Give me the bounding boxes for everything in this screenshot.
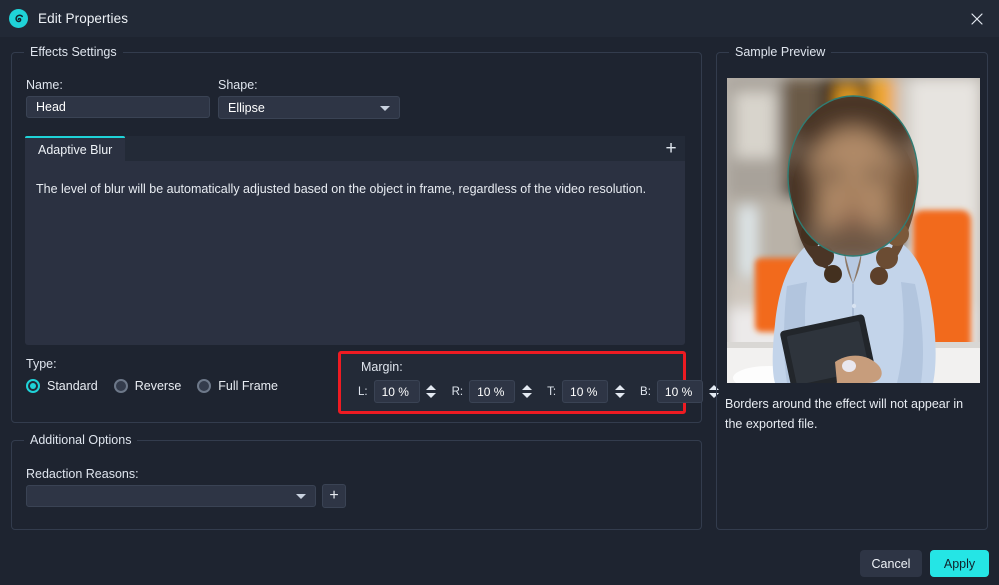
margin-right-spinbox[interactable]: 10 % [469, 380, 535, 403]
chevron-down-icon [296, 494, 306, 499]
sample-preview-legend: Sample Preview [729, 45, 831, 59]
spiral-logo-icon [9, 9, 28, 28]
apply-button[interactable]: Apply [930, 550, 989, 577]
edit-properties-dialog: Edit Properties Effects Settings Name: S… [0, 0, 999, 585]
margin-top-field: T: 10 % [547, 380, 628, 403]
margin-highlight-box: Margin: L: 10 % R: 10 % [338, 351, 686, 414]
radio-dot-icon [26, 379, 40, 393]
name-label: Name: [26, 78, 63, 92]
arrow-up-icon[interactable] [426, 385, 436, 390]
margin-legend: Margin: [361, 360, 403, 374]
type-label: Type: [26, 357, 57, 371]
margin-top-value[interactable]: 10 % [562, 380, 608, 403]
margin-right-field: R: 10 % [452, 380, 536, 403]
sample-preview-image [727, 78, 980, 383]
effect-description: The level of blur will be automatically … [36, 181, 674, 199]
margin-bottom-value[interactable]: 10 % [657, 380, 703, 403]
margin-right-label: R: [452, 386, 464, 398]
preview-note: Borders around the effect will not appea… [725, 394, 977, 435]
arrow-down-icon[interactable] [426, 393, 436, 398]
margin-bottom-field: B: 10 % [640, 380, 723, 403]
redaction-reasons-label: Redaction Reasons: [26, 467, 139, 481]
margin-left-field: L: 10 % [358, 380, 440, 403]
margin-bottom-label: B: [640, 386, 651, 398]
margin-top-label: T: [547, 386, 556, 398]
radio-reverse[interactable]: Reverse [114, 379, 182, 393]
margin-right-stepper[interactable] [518, 380, 535, 403]
effects-settings-legend: Effects Settings [24, 45, 123, 59]
radio-dot-icon [197, 379, 211, 393]
margin-left-label: L: [358, 386, 368, 398]
margin-left-spinbox[interactable]: 10 % [374, 380, 440, 403]
additional-options-legend: Additional Options [24, 433, 137, 447]
radio-standard[interactable]: Standard [26, 379, 98, 393]
margin-top-spinbox[interactable]: 10 % [562, 380, 628, 403]
cancel-button[interactable]: Cancel [860, 550, 922, 577]
tab-adaptive-blur[interactable]: Adaptive Blur [25, 136, 125, 162]
chevron-down-icon [380, 106, 390, 111]
add-effect-tab-button[interactable]: + [657, 134, 685, 162]
margin-bottom-spinbox[interactable]: 10 % [657, 380, 723, 403]
margin-right-value[interactable]: 10 % [469, 380, 515, 403]
tab-label: Adaptive Blur [38, 143, 112, 157]
radio-full-frame-label: Full Frame [218, 379, 278, 393]
margin-fields-row: L: 10 % R: 10 % [358, 380, 723, 403]
add-redaction-reason-button[interactable]: + [322, 484, 346, 508]
margin-top-stepper[interactable] [611, 380, 628, 403]
type-radio-group: Standard Reverse Full Frame [26, 379, 278, 393]
tab-content-panel: The level of blur will be automatically … [25, 162, 685, 345]
radio-full-frame[interactable]: Full Frame [197, 379, 278, 393]
close-icon[interactable] [955, 0, 999, 37]
redaction-reasons-select[interactable] [26, 485, 316, 507]
effect-tab-strip: Adaptive Blur + [25, 136, 685, 162]
margin-left-value[interactable]: 10 % [374, 380, 420, 403]
arrow-up-icon[interactable] [522, 385, 532, 390]
arrow-down-icon[interactable] [615, 393, 625, 398]
name-input[interactable] [26, 96, 210, 118]
arrow-up-icon[interactable] [615, 385, 625, 390]
arrow-down-icon[interactable] [522, 393, 532, 398]
shape-label: Shape: [218, 78, 258, 92]
window-title: Edit Properties [38, 11, 128, 26]
radio-reverse-label: Reverse [135, 379, 182, 393]
shape-select[interactable]: Ellipse [218, 96, 400, 119]
margin-left-stepper[interactable] [423, 380, 440, 403]
shape-selected-value: Ellipse [228, 101, 265, 115]
title-bar: Edit Properties [0, 0, 999, 37]
radio-standard-label: Standard [47, 379, 98, 393]
radio-dot-icon [114, 379, 128, 393]
